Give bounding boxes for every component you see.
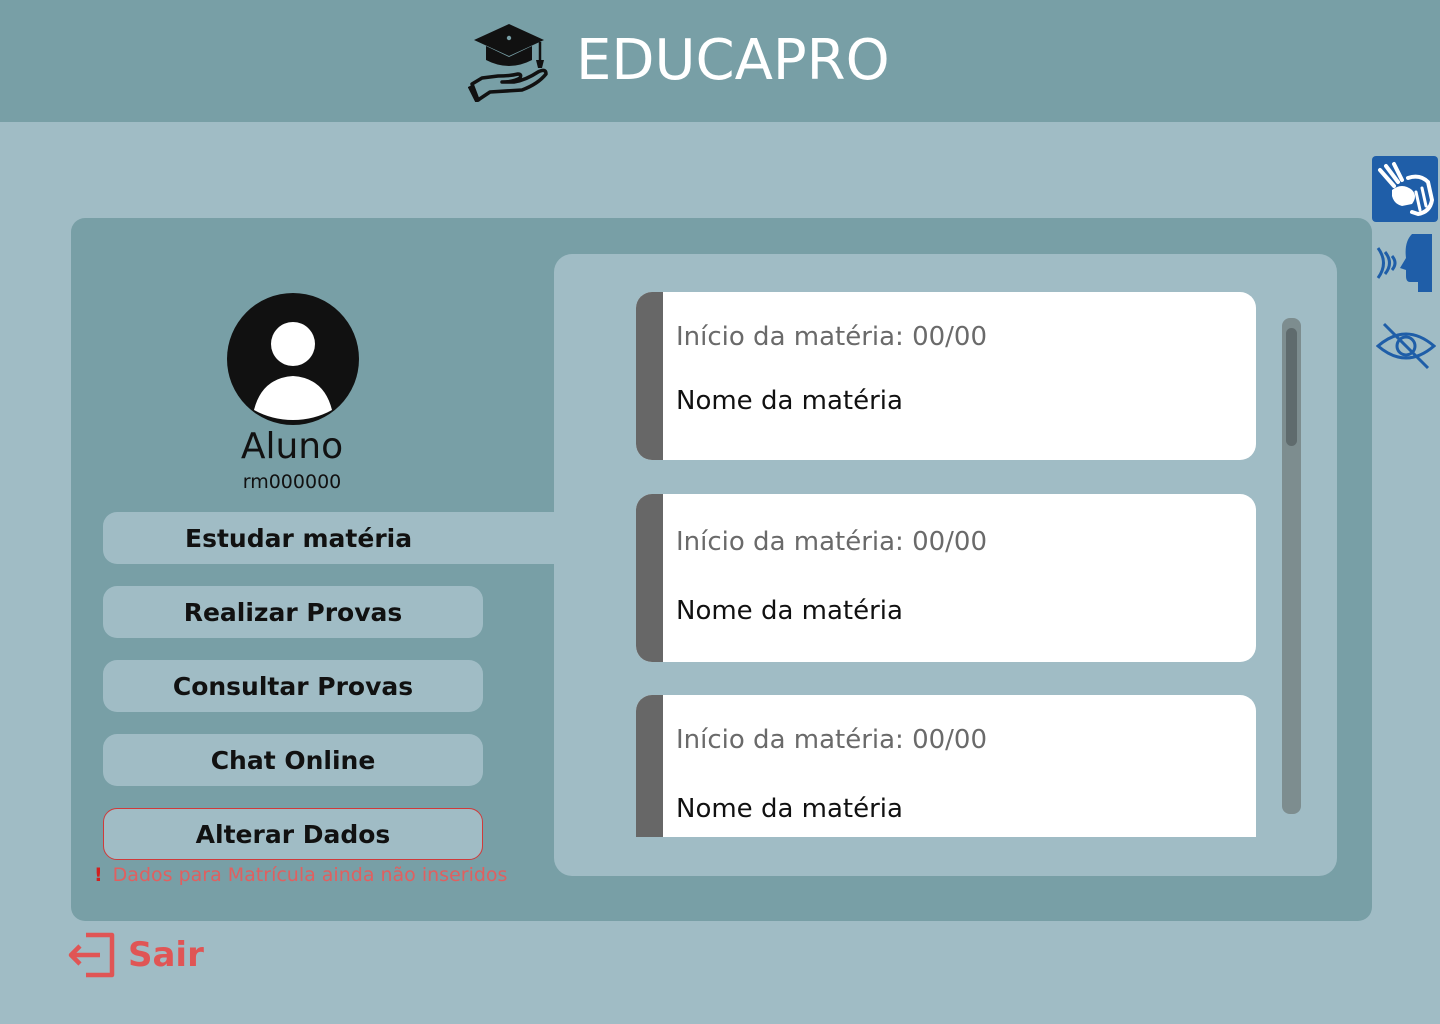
- subject-card[interactable]: Início da matéria: 00/00 Nome da matéria: [636, 695, 1256, 837]
- brand-title: EDUCAPRO: [576, 28, 890, 93]
- sign-language-icon[interactable]: [1372, 156, 1438, 222]
- enrollment-warning: ! Dados para Matrícula ainda não inserido…: [94, 862, 507, 888]
- logout-label: Sair: [128, 935, 204, 975]
- card-stripe: [636, 695, 663, 837]
- subject-card[interactable]: Início da matéria: 00/00 Nome da matéria: [636, 494, 1256, 662]
- card-stripe: [636, 494, 663, 662]
- subjects-list: Início da matéria: 00/00 Nome da matéria…: [636, 292, 1256, 837]
- subject-name: Nome da matéria: [676, 794, 903, 824]
- logout-icon: [68, 932, 115, 978]
- consult-exams-button[interactable]: Consultar Provas: [103, 660, 483, 712]
- subject-start: Início da matéria: 00/00: [676, 527, 988, 557]
- take-exams-button[interactable]: Realizar Provas: [103, 586, 483, 638]
- online-chat-button[interactable]: Chat Online: [103, 734, 483, 786]
- warning-icon: !: [94, 864, 103, 886]
- subject-name: Nome da matéria: [676, 596, 903, 626]
- student-name: Aluno: [240, 426, 344, 467]
- app-header: EDUCAPRO: [0, 0, 1440, 122]
- subject-name: Nome da matéria: [676, 386, 903, 416]
- subjects-scrollbar[interactable]: [1282, 318, 1301, 814]
- voice-reader-icon[interactable]: [1372, 230, 1438, 296]
- user-avatar-icon: [227, 293, 359, 425]
- scrollbar-thumb[interactable]: [1286, 328, 1297, 446]
- study-subject-button[interactable]: Estudar matéria: [103, 512, 573, 564]
- subject-start: Início da matéria: 00/00: [676, 322, 988, 352]
- warning-text: Dados para Matrícula ainda não inseridos: [112, 864, 508, 886]
- student-rm: rm000000: [242, 471, 342, 493]
- logout-button[interactable]: Sair: [66, 928, 204, 982]
- graduation-cap-hand-icon: [468, 24, 548, 102]
- edit-data-button[interactable]: Alterar Dados: [103, 808, 483, 860]
- hide-visibility-icon[interactable]: [1375, 320, 1437, 372]
- subject-start: Início da matéria: 00/00: [676, 725, 988, 755]
- subject-card[interactable]: Início da matéria: 00/00 Nome da matéria: [636, 292, 1256, 460]
- card-stripe: [636, 292, 663, 460]
